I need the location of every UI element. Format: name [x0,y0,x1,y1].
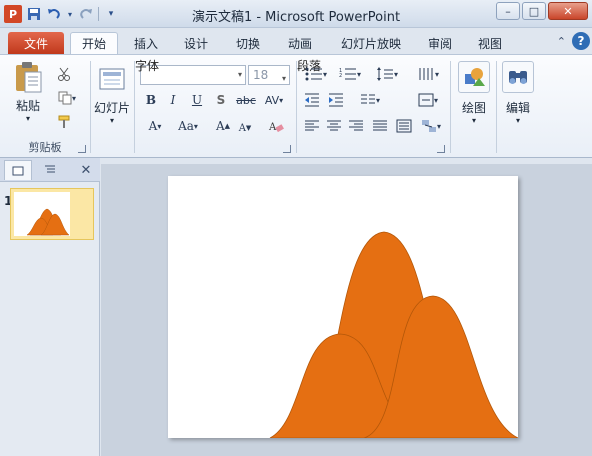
tabs-right-controls: ⌃ ? [557,32,590,50]
title-bar: P ▾ ▾ 演示文稿1 - Microsoft PowerPoint – □ ✕ [0,0,592,28]
slide-canvas[interactable] [168,176,518,438]
group-clipboard: 粘贴 ▾ ▾ 剪贴板 [0,57,90,157]
maximize-button[interactable]: □ [522,2,546,20]
tab-view[interactable]: 视图 [470,32,510,54]
align-right-icon[interactable] [346,117,366,135]
group-separator [496,61,497,153]
paste-icon [12,61,44,93]
ribbon-tabs: 文件 开始 插入 设计 切换 动画 幻灯片放映 审阅 视图 ⌃ ? [0,28,592,54]
numbering-icon[interactable]: 12 ▾ [336,65,364,83]
distributed-icon[interactable] [394,117,414,135]
binoculars-icon [502,61,534,93]
new-slide-button[interactable]: 幻灯片 ▾ [93,63,131,125]
convert-smartart-icon[interactable]: ▾ [418,117,444,135]
editing-area-top-strip [101,158,592,164]
increase-indent-icon[interactable] [326,91,346,109]
new-slide-label: 幻灯片 [93,101,130,115]
paste-dropdown-icon[interactable]: ▾ [26,114,30,123]
drawing-dropdown-icon[interactable]: ▾ [472,116,476,125]
minimize-ribbon-icon[interactable]: ⌃ [557,35,566,48]
paragraph-launcher-icon[interactable] [437,145,445,153]
tab-slideshow[interactable]: 幻灯片放映 [334,32,408,54]
font-group-label-area: 字体 [135,57,295,157]
format-painter-icon[interactable] [54,113,74,131]
justify-icon[interactable] [370,117,390,135]
align-center-icon[interactable] [324,117,344,135]
slides-panel: ✕ 1 [0,158,100,456]
paste-button[interactable]: 粘贴 ▾ [8,61,48,123]
tab-design[interactable]: 设计 [176,32,216,54]
line-spacing-icon[interactable]: ▾ [372,65,402,83]
group-separator [450,61,451,153]
ribbon: 粘贴 ▾ ▾ 剪贴板 幻灯片 ▾ ▾ 18 ▾ B I U S abc AV ▾… [0,54,592,158]
align-left-icon[interactable] [302,117,322,135]
group-slides: 幻灯片 ▾ [91,57,133,157]
columns-icon[interactable]: ▾ [356,91,384,109]
bullets-icon[interactable]: ▾ [302,65,330,83]
minimize-button[interactable]: – [496,2,520,20]
font-group-label: 字体 [135,59,160,73]
text-direction-icon[interactable]: ▾ [414,65,442,83]
tab-review[interactable]: 审阅 [420,32,460,54]
outline-tab-icon[interactable] [36,160,64,180]
tab-insert[interactable]: 插入 [126,32,166,54]
window-controls: – □ ✕ [496,2,588,20]
close-panel-icon[interactable]: ✕ [72,160,100,180]
font-launcher-icon[interactable] [283,145,291,153]
new-slide-dropdown-icon[interactable]: ▾ [110,116,114,125]
cut-icon[interactable] [54,65,74,83]
slides-panel-tabs: ✕ [0,158,100,182]
drawing-label: 绘图 [461,101,486,115]
drawing-button[interactable]: 绘图 ▾ [454,61,494,125]
editing-dropdown-icon[interactable]: ▾ [516,116,520,125]
tab-file[interactable]: 文件 [8,32,64,54]
slide-editing-area [101,158,592,456]
clipboard-group-label: 剪贴板 [28,141,62,154]
editing-label: 编辑 [505,101,530,115]
tab-home[interactable]: 开始 [70,32,118,54]
svg-text:2: 2 [339,73,342,79]
new-slide-icon [96,63,128,95]
copy-icon[interactable]: ▾ [54,89,80,107]
slide-thumbnail[interactable] [10,188,94,240]
align-text-icon[interactable]: ▾ [414,91,442,109]
help-icon[interactable]: ? [572,32,590,50]
paste-label: 粘贴 [15,99,40,113]
slides-tab-icon[interactable] [4,160,32,180]
decrease-indent-icon[interactable] [302,91,322,109]
tab-animations[interactable]: 动画 [280,32,320,54]
shapes-icon [458,61,490,93]
tab-transitions[interactable]: 切换 [228,32,268,54]
editing-button[interactable]: 编辑 ▾ [498,61,538,125]
clipboard-launcher-icon[interactable] [78,145,86,153]
close-button[interactable]: ✕ [548,2,588,20]
